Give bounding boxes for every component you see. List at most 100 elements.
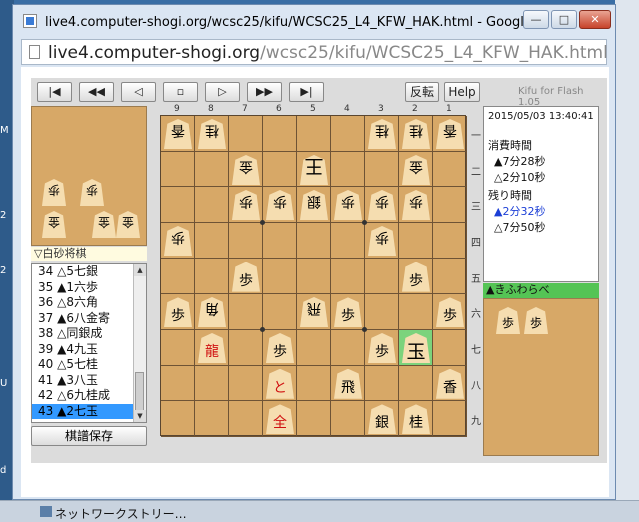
board-square[interactable] <box>161 330 195 366</box>
board-square[interactable] <box>331 151 365 188</box>
back-10-button[interactable]: ◀◀ <box>79 82 114 102</box>
sente-hand-piece[interactable]: 歩 <box>524 307 548 334</box>
sente-piece[interactable]: 全 <box>266 404 294 435</box>
board-square[interactable] <box>331 401 365 438</box>
sente-piece[interactable]: 銀 <box>368 404 396 435</box>
move-list-scrollbar[interactable]: ▲ ▼ <box>133 264 146 422</box>
move-row[interactable]: 37 ▲6八金寄 <box>32 311 146 327</box>
board-square[interactable] <box>331 330 365 366</box>
board-square[interactable] <box>365 294 399 330</box>
gote-piece[interactable]: 香 <box>164 119 192 149</box>
board-square[interactable] <box>263 258 297 295</box>
sente-piece[interactable]: 香 <box>436 368 464 399</box>
board-square[interactable] <box>433 187 467 223</box>
board-square[interactable] <box>331 258 365 295</box>
board-square[interactable] <box>195 365 229 402</box>
board-square[interactable] <box>297 401 331 438</box>
sente-piece[interactable]: 歩 <box>266 333 294 364</box>
sente-hand-piece[interactable]: 歩 <box>496 307 520 334</box>
gote-piece[interactable]: 銀 <box>300 190 328 220</box>
sente-piece[interactable]: 歩 <box>164 297 192 328</box>
board-square[interactable] <box>331 116 365 152</box>
move-list[interactable]: 34 △5七銀 35 ▲1六歩 36 △8六角 37 ▲6八金寄 38 △同銀成 39 ▲… <box>31 263 147 423</box>
gote-piece[interactable]: 桂 <box>198 119 226 149</box>
forward-button[interactable]: ▷ <box>205 82 240 102</box>
sente-piece[interactable]: 歩 <box>402 261 430 292</box>
url-text[interactable]: live4.computer-shogi.org/wcsc25/kifu/WCS… <box>48 43 608 63</box>
sente-piece[interactable]: 歩 <box>436 297 464 328</box>
move-row[interactable]: 36 △8六角 <box>32 295 146 311</box>
board-square[interactable] <box>433 258 467 295</box>
move-row[interactable]: 34 △5七銀 <box>32 264 146 280</box>
board-square[interactable] <box>297 116 331 152</box>
move-row[interactable]: 43 ▲2七玉 <box>32 403 146 419</box>
move-row[interactable]: 42 △6九桂成 <box>32 388 146 404</box>
board-square[interactable] <box>433 151 467 188</box>
stop-button[interactable]: ▫ <box>163 82 198 102</box>
last-move-button[interactable]: ▶| <box>289 82 324 102</box>
scroll-up-icon[interactable]: ▲ <box>134 264 146 276</box>
board-square[interactable] <box>229 116 263 152</box>
board-square[interactable] <box>365 365 399 402</box>
gote-piece[interactable]: 歩 <box>402 190 430 220</box>
close-button[interactable]: ✕ <box>579 10 611 29</box>
gote-piece[interactable]: 桂 <box>368 119 396 149</box>
board-square[interactable] <box>297 223 331 259</box>
shogi-board[interactable]: 香桂桂桂香金王金歩歩銀歩歩歩歩歩歩歩歩角飛歩歩龍歩歩玉と飛香全銀桂 <box>160 115 467 438</box>
sente-piece[interactable]: 歩 <box>232 261 260 292</box>
board-square[interactable] <box>263 116 297 152</box>
board-square[interactable] <box>195 151 229 188</box>
back-button[interactable]: ◁ <box>121 82 156 102</box>
sente-piece[interactable]: 歩 <box>334 297 362 328</box>
board-square[interactable] <box>161 258 195 295</box>
help-button[interactable]: Help <box>444 82 480 102</box>
scroll-down-icon[interactable]: ▼ <box>134 410 146 422</box>
forward-10-button[interactable]: ▶▶ <box>247 82 282 102</box>
scroll-thumb[interactable] <box>135 372 144 412</box>
board-square[interactable] <box>229 401 263 438</box>
move-row[interactable]: 41 ▲3八玉 <box>32 373 146 389</box>
board-square[interactable] <box>161 151 195 188</box>
sente-piece[interactable]: 玉 <box>402 333 430 364</box>
gote-piece[interactable]: 歩 <box>334 190 362 220</box>
sente-piece[interactable]: 飛 <box>334 368 362 399</box>
move-row[interactable]: 38 △同銀成 <box>32 326 146 342</box>
board-square[interactable] <box>433 401 467 438</box>
board-square[interactable] <box>161 187 195 223</box>
save-kifu-button[interactable]: 棋譜保存 <box>31 426 147 446</box>
gote-piece[interactable]: 歩 <box>368 226 396 256</box>
board-square[interactable] <box>365 151 399 188</box>
board-square[interactable] <box>331 223 365 259</box>
board-square[interactable] <box>297 365 331 402</box>
board-square[interactable] <box>399 365 433 402</box>
board-square[interactable] <box>263 223 297 259</box>
move-row[interactable]: 40 △5七桂 <box>32 357 146 373</box>
sente-piece[interactable]: と <box>266 368 294 399</box>
board-square[interactable] <box>297 330 331 366</box>
board-square[interactable] <box>433 330 467 366</box>
first-move-button[interactable]: |◀ <box>37 82 72 102</box>
board-square[interactable] <box>229 365 263 402</box>
gote-hand-piece[interactable]: 歩 <box>42 179 66 206</box>
gote-hand-piece[interactable]: 金 <box>116 211 140 238</box>
gote-piece[interactable]: 歩 <box>368 190 396 220</box>
gote-hand-piece[interactable]: 金 <box>92 211 116 238</box>
maximize-button[interactable]: □ <box>551 10 577 29</box>
board-square[interactable] <box>195 401 229 438</box>
board-square[interactable] <box>195 223 229 259</box>
board-square[interactable] <box>195 258 229 295</box>
board-square[interactable] <box>365 258 399 295</box>
gote-piece[interactable]: 歩 <box>164 226 192 256</box>
board-square[interactable] <box>433 223 467 259</box>
flip-board-button[interactable]: 反転 <box>405 82 439 102</box>
board-square[interactable] <box>263 151 297 188</box>
board-square[interactable] <box>297 258 331 295</box>
board-square[interactable] <box>195 187 229 223</box>
address-bar[interactable]: live4.computer-shogi.org/wcsc25/kifu/WCS… <box>21 39 608 65</box>
move-row[interactable]: 35 ▲1六歩 <box>32 280 146 296</box>
board-square[interactable] <box>161 365 195 402</box>
gote-piece[interactable]: 歩 <box>232 190 260 220</box>
board-square[interactable] <box>161 401 195 438</box>
board-square[interactable] <box>399 223 433 259</box>
board-square[interactable] <box>399 294 433 330</box>
